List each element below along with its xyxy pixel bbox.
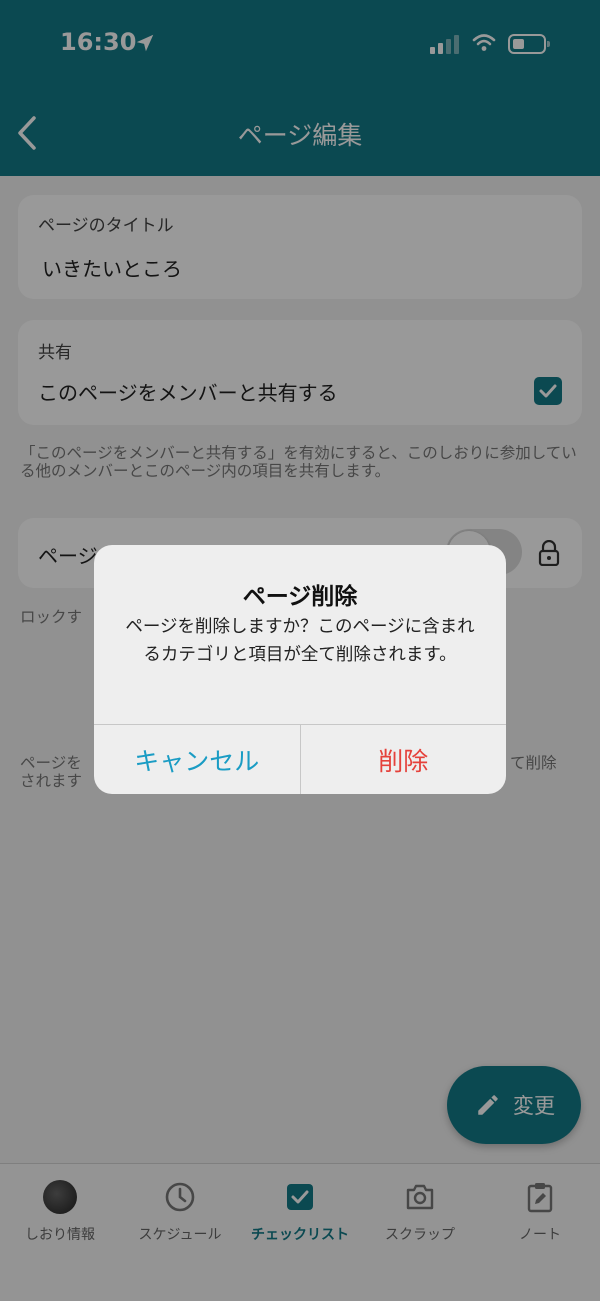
delete-button[interactable]: 削除 bbox=[301, 725, 507, 794]
cancel-button[interactable]: キャンセル bbox=[94, 725, 301, 794]
delete-page-dialog: ページ削除 ページを削除しますか？このページに含まれるカテゴリと項目が全て削除さ… bbox=[94, 545, 506, 794]
dialog-message: ページを削除しますか？このページに含まれるカテゴリと項目が全て削除されます。 bbox=[125, 617, 475, 665]
dialog-title: ページ削除 bbox=[242, 584, 358, 610]
dialog-buttons: キャンセル 削除 bbox=[94, 724, 506, 794]
